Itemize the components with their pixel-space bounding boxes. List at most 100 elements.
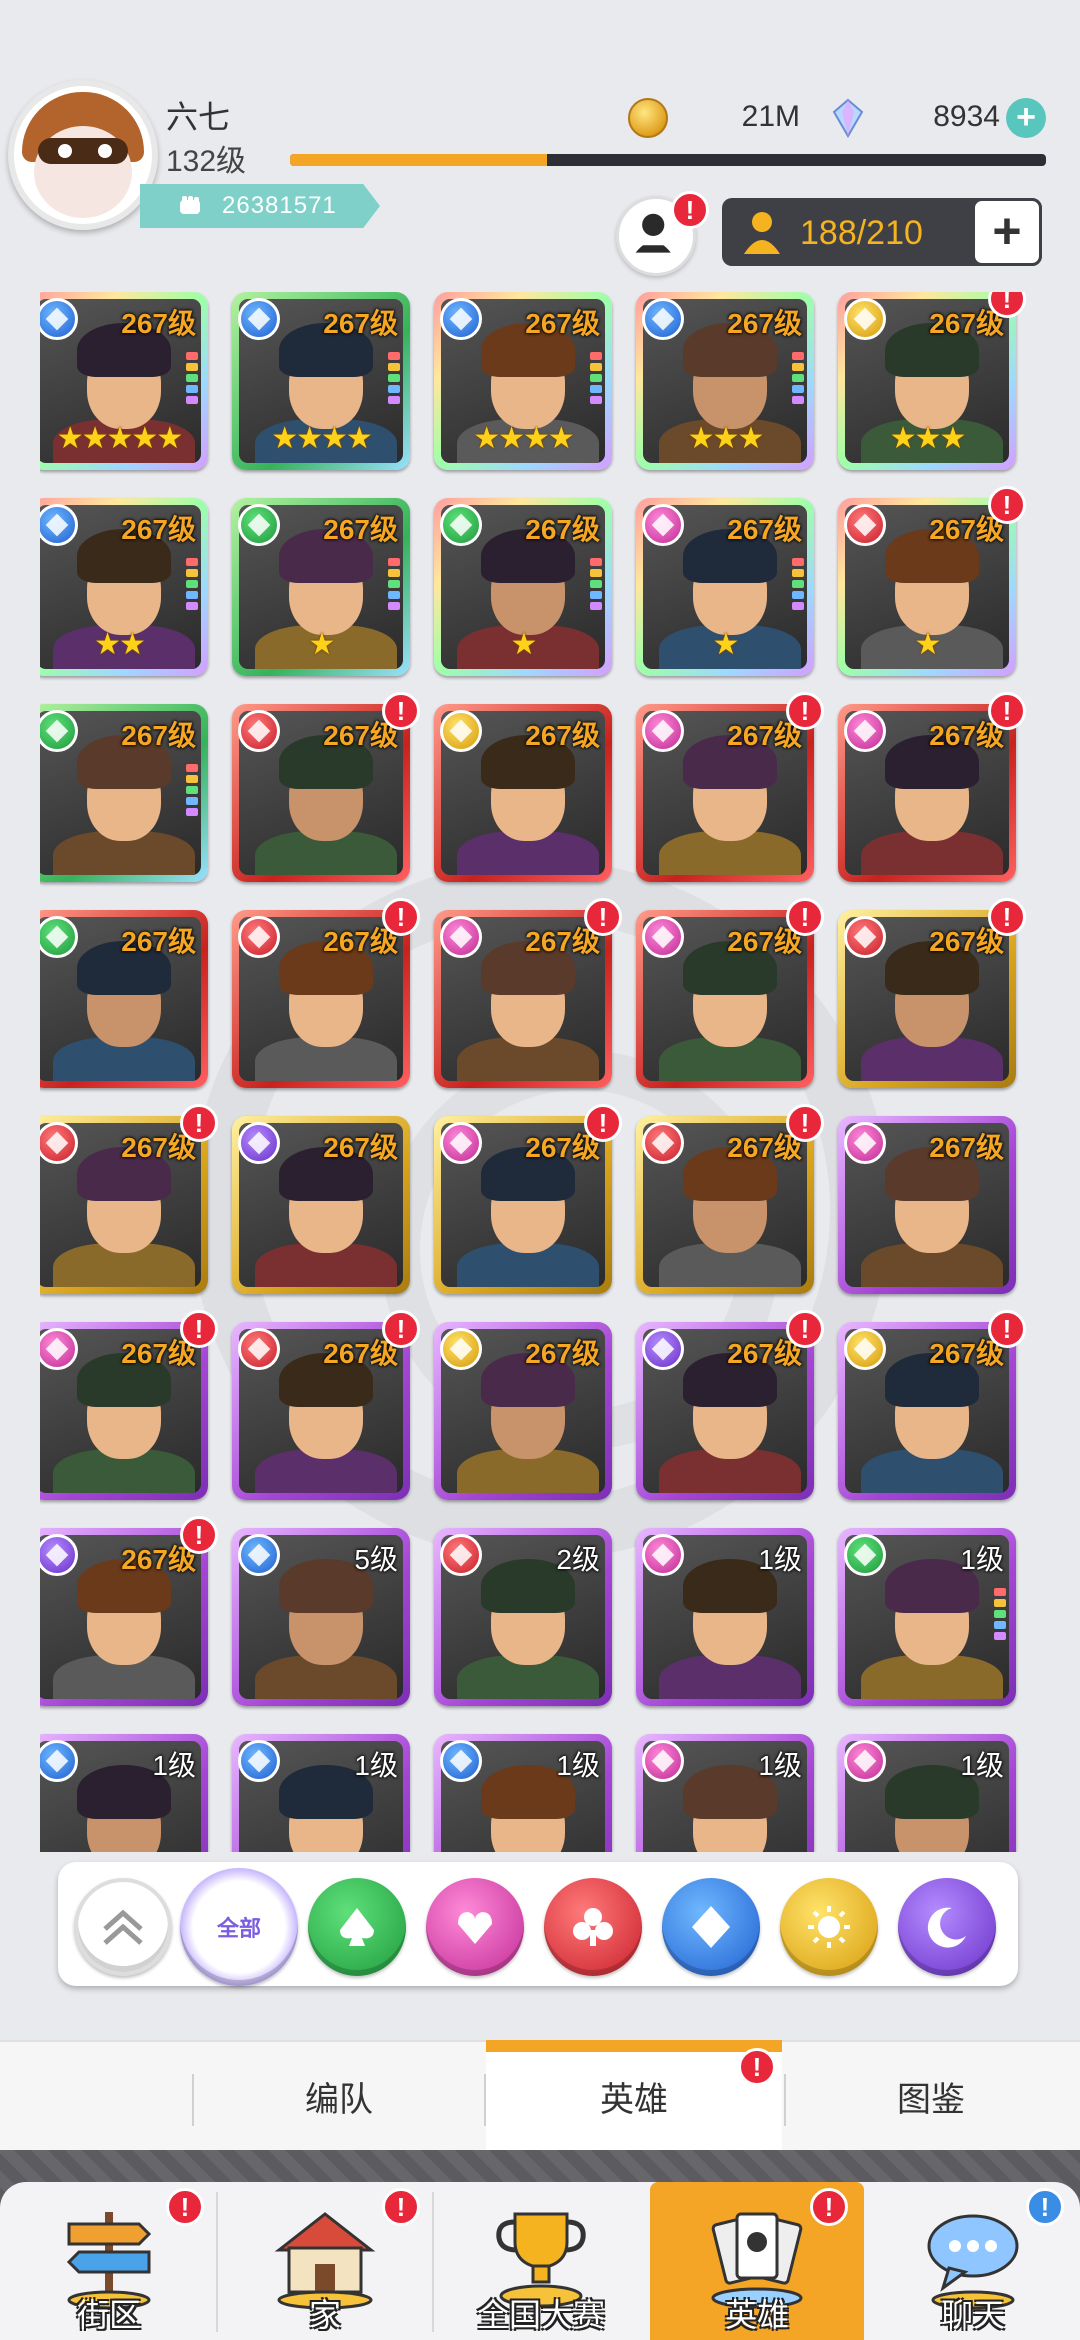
- hero-card[interactable]: 1级: [434, 1734, 612, 1852]
- hero-card[interactable]: 267级: [40, 1528, 208, 1706]
- hero-card[interactable]: 267级 ★★★★: [434, 292, 612, 470]
- collapse-chevron-button[interactable]: [74, 1878, 172, 1976]
- hero-card[interactable]: 267级: [434, 1116, 612, 1294]
- hero-stars: ★: [914, 628, 942, 661]
- pink-element-icon: [440, 916, 482, 958]
- hero-card[interactable]: 267级: [40, 1322, 208, 1500]
- moon-icon: [927, 1907, 966, 1948]
- red-element-icon: [844, 504, 886, 546]
- hero-level: 2级: [556, 1544, 600, 1575]
- spade-icon: [340, 1908, 374, 1946]
- hero-card[interactable]: 267级: [838, 910, 1016, 1088]
- hero-card[interactable]: 267级: [40, 704, 208, 882]
- hero-alert-badge: !: [180, 1516, 218, 1554]
- hero-card[interactable]: 267级: [232, 1322, 410, 1500]
- tab-formation[interactable]: 编队: [194, 2042, 484, 2150]
- green-element-icon: [844, 1534, 886, 1576]
- hero-level: 267级: [121, 720, 196, 751]
- hero-card[interactable]: 1级: [636, 1734, 814, 1852]
- hero-stars: ★: [712, 628, 740, 661]
- hero-card[interactable]: 267级: [434, 704, 612, 882]
- hero-card[interactable]: 1级: [636, 1528, 814, 1706]
- red-element-icon: [844, 916, 886, 958]
- hero-card[interactable]: 267级: [838, 1116, 1016, 1294]
- hero-level: 1级: [152, 1750, 196, 1781]
- hero-level: 267级: [727, 514, 802, 545]
- capacity-text: 188/210: [800, 214, 923, 252]
- nav-heroes[interactable]: 英雄 !: [650, 2182, 864, 2340]
- hero-card[interactable]: 1级: [40, 1734, 208, 1852]
- hero-card[interactable]: 267级 ★: [838, 498, 1016, 676]
- hero-card[interactable]: 1级: [838, 1734, 1016, 1852]
- hero-card[interactable]: 2级: [434, 1528, 612, 1706]
- hero-card[interactable]: 1级: [232, 1734, 410, 1852]
- expand-capacity-button[interactable]: +: [972, 198, 1042, 266]
- nav-tournament[interactable]: 全国大赛: [434, 2182, 648, 2340]
- hero-card[interactable]: 267级 ★: [232, 498, 410, 676]
- hero-card[interactable]: 267级: [636, 1116, 814, 1294]
- hero-card[interactable]: 267级: [636, 704, 814, 882]
- hero-alert-badge: !: [382, 692, 420, 730]
- filter-green-button[interactable]: [308, 1878, 406, 1976]
- hero-lock-button[interactable]: !: [616, 191, 709, 276]
- hero-card[interactable]: 267级: [434, 1322, 612, 1500]
- hero-equip-bars: [792, 352, 804, 407]
- player-name: 六七: [166, 99, 231, 135]
- hero-card[interactable]: 267级: [636, 1322, 814, 1500]
- hero-level: 1级: [758, 1750, 802, 1781]
- hero-alert-badge: !: [786, 1310, 824, 1348]
- nav-chat-badge: !: [1026, 2188, 1064, 2226]
- hero-card[interactable]: 267级 ★★★: [636, 292, 814, 470]
- filter-purple-button[interactable]: [898, 1878, 996, 1976]
- add-gems-button[interactable]: +: [1006, 98, 1046, 138]
- nav-chat[interactable]: 聊天 !: [866, 2182, 1080, 2340]
- hero-stars: ★★★: [687, 422, 765, 455]
- hero-card[interactable]: 1级: [838, 1528, 1016, 1706]
- filter-blue-button[interactable]: [662, 1878, 760, 1976]
- power-badge: 26381571: [140, 184, 380, 228]
- hero-card[interactable]: 267级: [232, 910, 410, 1088]
- nav-home[interactable]: 家 !: [218, 2182, 432, 2340]
- hero-card[interactable]: 267级: [40, 910, 208, 1088]
- hero-card[interactable]: 267级: [40, 1116, 208, 1294]
- hero-card[interactable]: 267级: [232, 704, 410, 882]
- blue-element-icon: [642, 298, 684, 340]
- player-avatar[interactable]: [8, 80, 158, 230]
- hero-stars: ★★★★: [473, 422, 575, 455]
- lock-alert-badge: !: [671, 191, 709, 229]
- hero-alert-badge: !: [180, 1104, 218, 1142]
- hero-stars: ★★★★: [271, 422, 373, 455]
- hero-card[interactable]: 267级 ★: [636, 498, 814, 676]
- tab-heroes[interactable]: 英雄 !: [486, 2040, 782, 2150]
- red-element-icon: [238, 916, 280, 958]
- hero-card[interactable]: 267级: [838, 1322, 1016, 1500]
- hero-card[interactable]: 267级 ★★: [40, 498, 208, 676]
- hero-card[interactable]: 267级: [434, 910, 612, 1088]
- hero-alert-badge: !: [584, 898, 622, 936]
- hero-card[interactable]: 267级 ★★★: [838, 292, 1016, 470]
- hero-card[interactable]: 267级 ★★★★★: [40, 292, 208, 470]
- hero-card[interactable]: 5级: [232, 1528, 410, 1706]
- tab-heroes-badge: !: [738, 2048, 776, 2086]
- hero-card[interactable]: 267级 ★: [434, 498, 612, 676]
- hero-card[interactable]: 267级 ★★★★: [232, 292, 410, 470]
- nav-street[interactable]: 街区 !: [2, 2182, 216, 2340]
- tab-codex[interactable]: 图鉴: [786, 2042, 1076, 2150]
- pink-element-icon: [844, 1122, 886, 1164]
- filter-red-button[interactable]: [544, 1878, 642, 1976]
- filter-all-button[interactable]: 全部: [180, 1868, 298, 1986]
- filter-gold-button[interactable]: [780, 1878, 878, 1976]
- hero-card[interactable]: 267级: [232, 1116, 410, 1294]
- hero-level: 267级: [121, 514, 196, 545]
- power-value: 26381571: [222, 192, 337, 219]
- hero-alert-badge: !: [988, 1310, 1026, 1348]
- filter-pink-button[interactable]: [426, 1878, 524, 1976]
- pink-element-icon: [642, 504, 684, 546]
- hero-card[interactable]: 267级: [838, 704, 1016, 882]
- hero-card[interactable]: 267级: [636, 910, 814, 1088]
- hero-level: 267级: [525, 720, 600, 751]
- hero-level: 267级: [727, 308, 802, 339]
- gold-element-icon: [440, 1328, 482, 1370]
- hero-equip-bars: [186, 764, 198, 819]
- player-level: 132级: [166, 145, 247, 178]
